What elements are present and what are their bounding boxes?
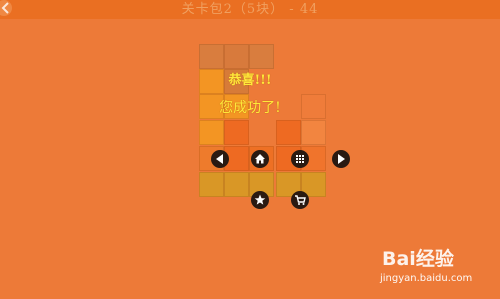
watermark-url: jingyan.baidu.com bbox=[380, 273, 473, 284]
board-cell bbox=[276, 120, 301, 145]
watermark-logo: Bai经验 bbox=[382, 248, 454, 270]
star-icon bbox=[254, 194, 266, 205]
board-cell bbox=[224, 172, 249, 197]
rate-button[interactable] bbox=[251, 191, 269, 209]
next-level-button[interactable] bbox=[332, 150, 350, 168]
board-cell bbox=[301, 120, 326, 145]
board-cell bbox=[249, 44, 274, 69]
board-cell bbox=[199, 120, 224, 145]
cart-icon bbox=[295, 195, 306, 205]
play-left-icon bbox=[216, 154, 223, 164]
previous-level-button[interactable] bbox=[211, 150, 229, 168]
success-message: 您成功了! bbox=[219, 100, 281, 116]
congrats-title: 恭喜!!! bbox=[228, 73, 272, 88]
board-cell bbox=[199, 44, 224, 69]
home-icon bbox=[255, 154, 265, 164]
board-cell bbox=[224, 44, 249, 69]
home-button[interactable] bbox=[251, 150, 269, 168]
level-select-button[interactable] bbox=[291, 150, 309, 168]
shop-button[interactable] bbox=[291, 191, 309, 209]
board-cell bbox=[199, 172, 224, 197]
grid-icon bbox=[296, 155, 304, 163]
board-cell bbox=[224, 120, 249, 145]
play-right-icon bbox=[338, 154, 345, 164]
